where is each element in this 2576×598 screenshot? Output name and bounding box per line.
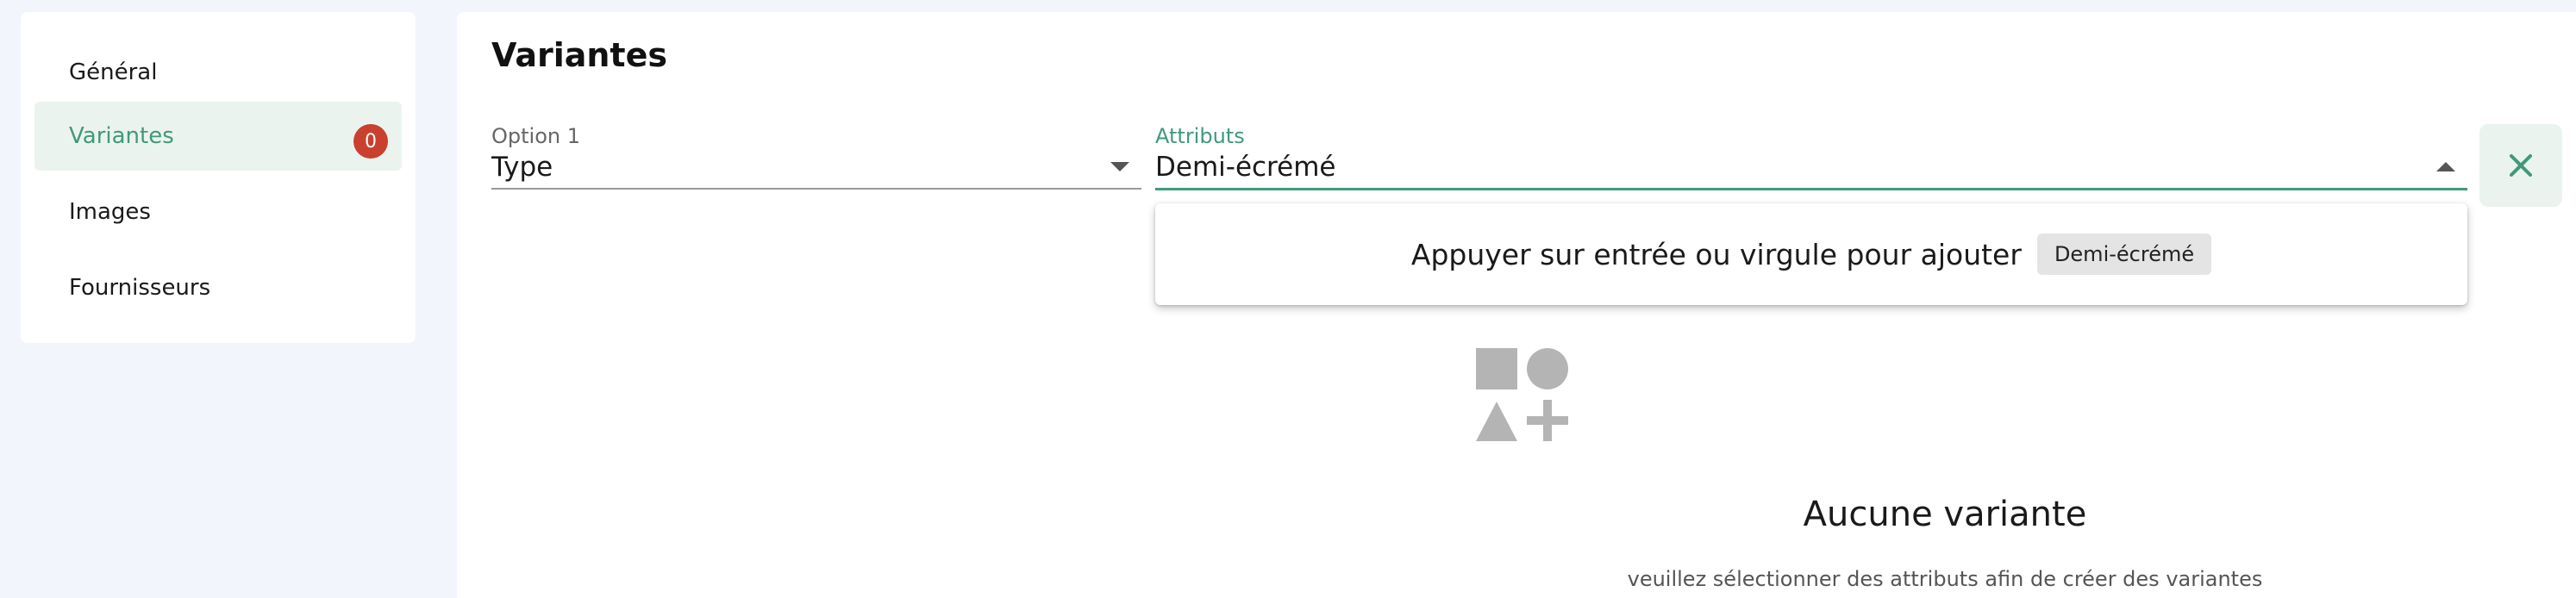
option-1-select[interactable]: Option 1 Type [491, 124, 1141, 193]
shapes-icon [1476, 348, 1568, 441]
sidebar-item-general[interactable]: Général [34, 38, 402, 107]
sidebar-item-label: Images [69, 199, 151, 225]
option-1-underline [491, 188, 1141, 190]
empty-state-subtitle: veuillez sélectionner des attributs afin… [1627, 567, 2263, 591]
chevron-up-icon[interactable] [2436, 162, 2455, 171]
sidebar: Général Variantes 0 Images Fournisseurs [21, 12, 416, 343]
chevron-down-icon[interactable] [1110, 162, 1129, 171]
attributes-underline [1155, 188, 2467, 190]
sidebar-item-variantes[interactable]: Variantes 0 [34, 102, 402, 171]
sidebar-item-fournisseurs[interactable]: Fournisseurs [34, 253, 402, 322]
sidebar-item-images[interactable]: Images [34, 178, 402, 246]
variant-count-badge: 0 [353, 124, 388, 159]
attributes-label: Attributs [1155, 124, 1245, 148]
attribute-suggestion-dropdown[interactable]: Appuyer sur entrée ou virgule pour ajout… [1155, 203, 2467, 305]
dropdown-hint-text: Appuyer sur entrée ou virgule pour ajout… [1410, 237, 2022, 271]
sidebar-item-label: Général [69, 59, 158, 85]
sidebar-item-label: Fournisseurs [69, 275, 211, 301]
attributes-input[interactable]: Attributs Demi-écrémé [1155, 124, 2467, 193]
main-panel: Variantes Option 1 Type Attributs Demi-é… [457, 12, 2576, 598]
empty-state-title: Aucune variante [1803, 495, 2087, 534]
attribute-chip[interactable]: Demi-écrémé [2036, 234, 2212, 275]
close-icon [2510, 154, 2532, 177]
attributes-value[interactable]: Demi-écrémé [1155, 152, 1335, 183]
option-1-label: Option 1 [491, 124, 580, 148]
sidebar-item-label: Variantes [69, 123, 174, 149]
option-1-value: Type [491, 152, 553, 183]
page-title: Variantes [491, 36, 667, 74]
close-button[interactable] [2479, 124, 2562, 207]
